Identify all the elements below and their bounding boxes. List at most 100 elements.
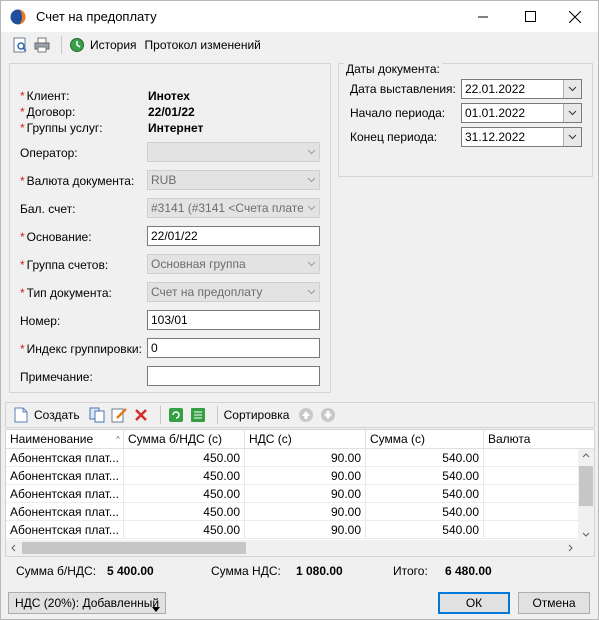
number-input[interactable]: 103/01 [147, 310, 320, 330]
cell-currency [484, 449, 582, 467]
toolbar-separator [216, 406, 218, 424]
toolbar-separator [61, 36, 62, 54]
preview-icon[interactable] [11, 36, 29, 54]
column-header-sum[interactable]: Сумма (с) [366, 430, 484, 449]
table-row[interactable]: Абонентская плат... 450.00 90.00 540.00 [6, 503, 582, 521]
grid-header: Наименование ^ Сумма б/НДС (с) НДС (с) С… [6, 430, 594, 449]
cell-currency [484, 503, 582, 521]
maximize-button[interactable] [507, 1, 553, 32]
column-header-currency[interactable]: Валюта [484, 430, 594, 449]
dates-group-title: Даты документа: [344, 62, 442, 76]
service-groups-value: Интернет [148, 121, 204, 135]
cell-name: Абонентская плат... [6, 485, 124, 503]
column-header-name[interactable]: Наименование [6, 430, 124, 449]
number-label: Номер: [20, 314, 61, 328]
cell-net: 450.00 [124, 503, 245, 521]
print-icon[interactable] [33, 36, 51, 54]
chevron-down-icon [303, 255, 319, 273]
toolbar-separator [159, 406, 161, 424]
currency-select[interactable]: RUB [147, 170, 320, 190]
vat-total-value: 1 080.00 [296, 564, 343, 578]
changelog-button[interactable]: Протокол изменений [145, 38, 261, 52]
invoice-group-label: * Группа счетов: [20, 258, 109, 272]
cell-vat: 90.00 [245, 485, 366, 503]
chevron-down-icon [303, 143, 319, 161]
vat-mode-dropdown[interactable]: НДС (20%): Добавленный [8, 592, 166, 614]
cell-name: Абонентская плат... [6, 503, 124, 521]
balance-account-select[interactable]: #3141 (#3141 <Счета плате [147, 198, 320, 218]
history-button[interactable]: История [90, 38, 137, 52]
main-toolbar: История Протокол изменений [1, 32, 598, 58]
close-button[interactable] [552, 1, 598, 32]
invoice-group-select[interactable]: Основная группа [147, 254, 320, 274]
vertical-scrollbar[interactable] [578, 449, 594, 541]
grand-total-label: Итого: [393, 564, 428, 578]
grid-toolbar: Создать Сортировка [5, 402, 595, 428]
delete-icon[interactable] [132, 406, 150, 424]
create-button[interactable]: Создать [34, 408, 80, 422]
title-bar: Счет на предоплату [1, 1, 598, 32]
cell-net: 450.00 [124, 485, 245, 503]
sort-down-icon[interactable] [319, 406, 337, 424]
grouping-index-input[interactable]: 0 [147, 338, 320, 358]
ok-button[interactable]: ОК [438, 592, 510, 614]
table-row[interactable]: Абонентская плат... 450.00 90.00 540.00 [6, 449, 582, 467]
edit-icon[interactable] [110, 406, 128, 424]
cell-vat: 90.00 [245, 503, 366, 521]
period-end-label: Конец периода: [350, 130, 438, 144]
cell-currency [484, 485, 582, 503]
caret-down-icon [152, 601, 160, 615]
list-view-icon[interactable] [189, 406, 207, 424]
operator-label: Оператор: [20, 146, 78, 160]
chevron-down-icon[interactable] [563, 128, 581, 146]
basis-input[interactable]: 22/01/22 [147, 226, 320, 246]
table-row[interactable]: Абонентская плат... 450.00 90.00 540.00 [6, 467, 582, 485]
cancel-button[interactable]: Отмена [518, 592, 590, 614]
cell-sum: 540.00 [366, 503, 484, 521]
minimize-button[interactable] [460, 1, 506, 32]
cell-vat: 90.00 [245, 521, 366, 539]
cell-sum: 540.00 [366, 485, 484, 503]
balance-account-label: Бал. счет: [20, 202, 76, 216]
chevron-down-icon [303, 199, 319, 217]
note-label: Примечание: [20, 370, 93, 384]
contract-value: 22/01/22 [148, 105, 195, 119]
table-row[interactable]: Абонентская плат... 450.00 90.00 540.00 [6, 521, 582, 539]
window-title: Счет на предоплату [36, 9, 157, 24]
chevron-down-icon [303, 283, 319, 301]
net-total-label: Сумма б/НДС: [16, 564, 97, 578]
chevron-down-icon[interactable] [563, 104, 581, 122]
refresh-icon[interactable] [167, 406, 185, 424]
cell-net: 450.00 [124, 521, 245, 539]
column-header-vat[interactable]: НДС (с) [245, 430, 366, 449]
issue-date-picker[interactable]: 22.01.2022 [461, 79, 582, 99]
new-document-icon[interactable] [12, 406, 30, 424]
vat-total-label: Сумма НДС: [211, 564, 281, 578]
currency-label: * Валюта документа: [20, 174, 135, 188]
cell-sum: 540.00 [366, 521, 484, 539]
history-icon[interactable] [68, 36, 86, 54]
sort-indicator-icon: ^ [116, 435, 120, 444]
grouping-index-label: * Индекс группировки: [20, 342, 142, 356]
sort-up-icon[interactable] [297, 406, 315, 424]
note-input[interactable] [147, 366, 320, 386]
horizontal-scrollbar[interactable] [6, 540, 594, 556]
contract-label: * Договор: [20, 105, 76, 119]
column-header-net[interactable]: ^ Сумма б/НДС (с) [116, 430, 245, 449]
app-logo-icon [10, 9, 26, 25]
grand-total-value: 6 480.00 [445, 564, 492, 578]
table-row[interactable]: Абонентская плат... 450.00 90.00 540.00 [6, 485, 582, 503]
chevron-down-icon[interactable] [563, 80, 581, 98]
cell-sum: 540.00 [366, 449, 484, 467]
operator-select[interactable] [147, 142, 320, 162]
period-start-picker[interactable]: 01.01.2022 [461, 103, 582, 123]
issue-date-label: Дата выставления: [350, 82, 456, 96]
period-start-label: Начало периода: [350, 106, 446, 120]
cell-sum: 540.00 [366, 467, 484, 485]
period-end-picker[interactable]: 31.12.2022 [461, 127, 582, 147]
doc-type-select[interactable]: Счет на предоплату [147, 282, 320, 302]
cell-vat: 90.00 [245, 467, 366, 485]
cell-vat: 90.00 [245, 449, 366, 467]
sort-label: Сортировка [223, 408, 290, 422]
copy-icon[interactable] [88, 406, 106, 424]
